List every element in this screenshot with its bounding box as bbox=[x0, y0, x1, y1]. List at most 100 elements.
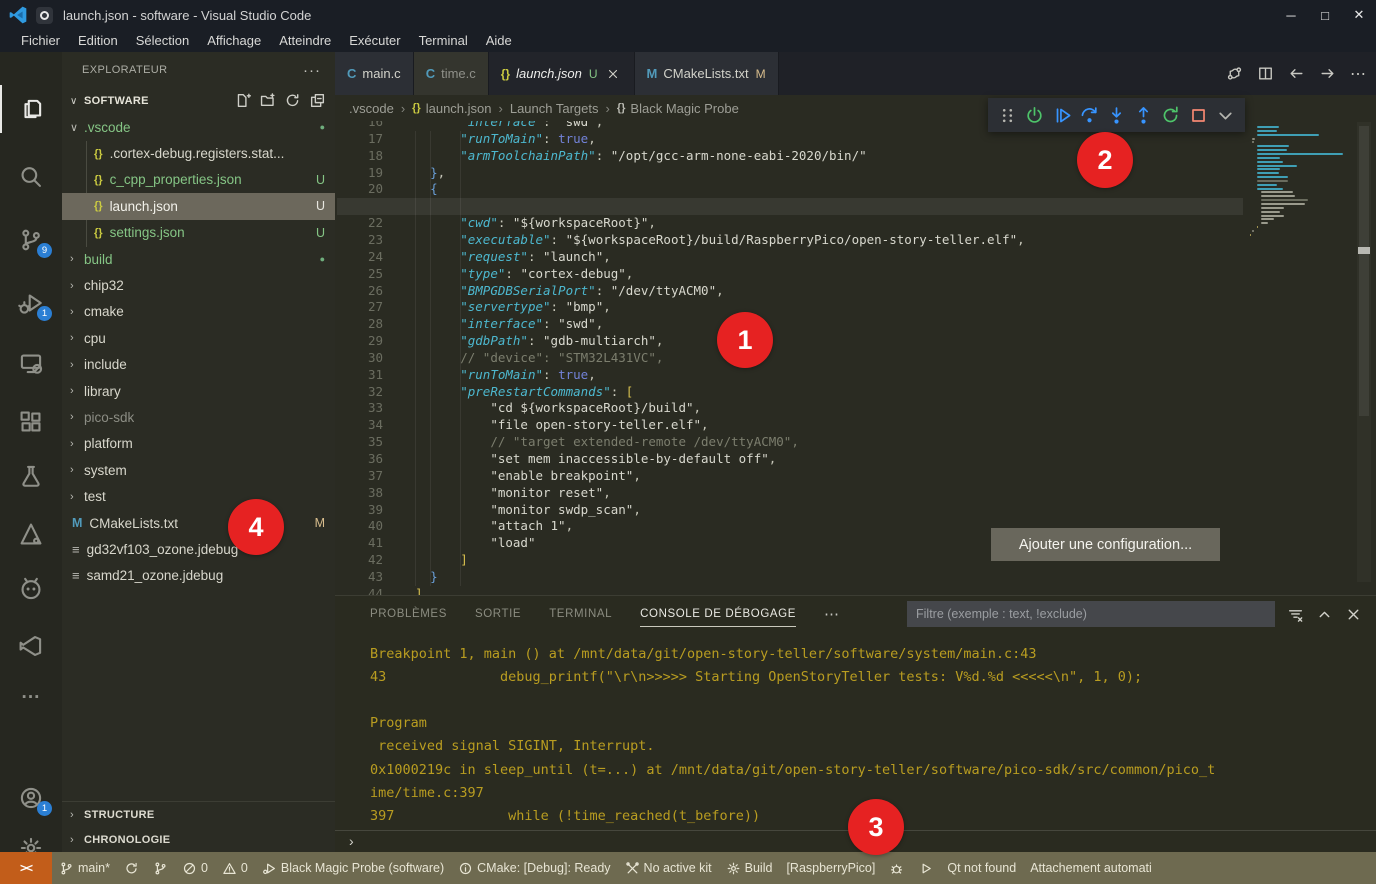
minimize-button[interactable]: ─ bbox=[1274, 0, 1308, 30]
status-build[interactable]: Build bbox=[719, 852, 780, 884]
tab-CMakeLists.txt[interactable]: MCMakeLists.txtM bbox=[635, 52, 779, 95]
tree-item-build[interactable]: ›build● bbox=[62, 246, 335, 272]
menu-item-atteindre[interactable]: Atteindre bbox=[270, 30, 340, 52]
menu-item-fichier[interactable]: Fichier bbox=[12, 30, 69, 52]
activity-visual-studio[interactable] bbox=[0, 622, 62, 670]
panel-tab-terminal[interactable]: TERMINAL bbox=[549, 596, 612, 632]
new-folder-button[interactable] bbox=[259, 92, 277, 110]
tree-item-.vscode[interactable]: ∨.vscode● bbox=[62, 114, 335, 140]
debug-stop-button[interactable] bbox=[1185, 101, 1212, 129]
tree-item-system[interactable]: ›system bbox=[62, 457, 335, 483]
tree-item-settings.json[interactable]: {}settings.jsonU bbox=[62, 220, 335, 246]
activity-platformio[interactable] bbox=[0, 564, 62, 612]
debug-power-button[interactable] bbox=[1021, 101, 1048, 129]
tree-item-cpu[interactable]: ›cpu bbox=[62, 325, 335, 351]
panel-tab-console-de-d-bogage[interactable]: CONSOLE DE DÉBOGAGE bbox=[640, 596, 796, 632]
tree-item-chip32[interactable]: ›chip32 bbox=[62, 272, 335, 298]
explorer-more-icon[interactable]: ··· bbox=[303, 62, 321, 79]
activity-testing[interactable] bbox=[0, 452, 62, 500]
status-attachement-automati[interactable]: Attachement automati bbox=[1023, 852, 1159, 884]
tree-item-pico-sdk[interactable]: ›pico-sdk bbox=[62, 404, 335, 430]
status-0[interactable]: 0 bbox=[215, 852, 255, 884]
tab-launch.json[interactable]: {}launch.jsonU bbox=[489, 52, 635, 95]
panel-tab-sortie[interactable]: SORTIE bbox=[475, 596, 521, 632]
maximize-button[interactable]: □ bbox=[1308, 0, 1342, 30]
maximize-panel-button[interactable] bbox=[1316, 606, 1333, 623]
panel-more-icon[interactable]: ⋯ bbox=[824, 605, 840, 623]
scrollbar-thumb[interactable] bbox=[1359, 126, 1369, 416]
split-editor-button[interactable] bbox=[1257, 65, 1274, 82]
collapse-all-button[interactable] bbox=[309, 92, 327, 110]
status-raspberrypico[interactable]: [RaspberryPico] bbox=[779, 852, 882, 884]
more-actions-button[interactable]: ⋯ bbox=[1350, 64, 1366, 84]
activity-more[interactable]: ··· bbox=[0, 674, 62, 722]
tree-item-CMakeLists.txt[interactable]: MCMakeLists.txtM bbox=[62, 510, 335, 536]
minimap[interactable] bbox=[1245, 122, 1355, 582]
tab-main.c[interactable]: Cmain.c bbox=[335, 52, 414, 95]
add-configuration-button[interactable]: Ajouter une configuration... bbox=[991, 528, 1220, 561]
tree-item-gd32vf103ozone.jdebug[interactable]: ≡gd32vf103_ozone.jdebug bbox=[62, 536, 335, 562]
debug-console-filter-input[interactable] bbox=[907, 601, 1275, 627]
debug-chevron-down-button[interactable] bbox=[1212, 101, 1239, 129]
refresh-button[interactable] bbox=[284, 92, 302, 110]
debug-restart-button[interactable] bbox=[1157, 101, 1184, 129]
activity-remote-explorer[interactable] bbox=[0, 339, 62, 387]
section-chronologie[interactable]: › CHRONOLOGIE bbox=[62, 827, 335, 852]
status-black-magic-probe-software[interactable]: Black Magic Probe (software) bbox=[255, 852, 451, 884]
status-play[interactable] bbox=[911, 852, 940, 884]
section-structure[interactable]: › STRUCTURE bbox=[62, 802, 335, 827]
editor-scrollbar[interactable] bbox=[1357, 122, 1371, 582]
tab-close-icon[interactable] bbox=[606, 66, 622, 82]
tree-item-launch.json[interactable]: {}launch.jsonU bbox=[62, 193, 335, 219]
remote-indicator[interactable]: >< bbox=[0, 852, 52, 884]
activity-account[interactable]: 1 bbox=[0, 774, 62, 822]
navigate-forward-button[interactable] bbox=[1319, 65, 1336, 82]
breadcrumb-item-BlackMagicProbe[interactable]: {}Black Magic Probe bbox=[617, 101, 739, 116]
status-cmake-debug-ready[interactable]: CMake: [Debug]: Ready bbox=[451, 852, 617, 884]
tree-item-cmake[interactable]: ›cmake bbox=[62, 299, 335, 325]
status-main[interactable]: main* bbox=[52, 852, 117, 884]
tree-item-.cortex-debug.registers.stat...[interactable]: {}.cortex-debug.registers.stat... bbox=[62, 140, 335, 166]
activity-cmake[interactable] bbox=[0, 510, 62, 558]
debug-gripper-button[interactable] bbox=[994, 101, 1021, 129]
tree-item-samd21ozone.jdebug[interactable]: ≡samd21_ozone.jdebug bbox=[62, 563, 335, 589]
activity-run-and-debug[interactable]: 1 bbox=[0, 279, 62, 327]
tab-time.c[interactable]: Ctime.c bbox=[414, 52, 489, 95]
status-sync[interactable] bbox=[117, 852, 146, 884]
panel-tab-probl-mes[interactable]: PROBLÈMES bbox=[370, 596, 447, 632]
status-0[interactable]: 0 bbox=[175, 852, 215, 884]
activity-explorer[interactable] bbox=[0, 85, 62, 133]
tree-item-include[interactable]: ›include bbox=[62, 352, 335, 378]
workspace-section-header[interactable]: ∨ SOFTWARE bbox=[62, 88, 335, 114]
debug-step-over-button[interactable] bbox=[1076, 101, 1103, 129]
breadcrumb-item-LaunchTargets[interactable]: Launch Targets bbox=[510, 101, 599, 116]
open-changes-button[interactable] bbox=[1226, 65, 1243, 82]
status-bug[interactable] bbox=[882, 852, 911, 884]
close-panel-button[interactable] bbox=[1345, 606, 1362, 623]
status-branch[interactable] bbox=[146, 852, 175, 884]
close-button[interactable]: ✕ bbox=[1342, 0, 1376, 30]
tree-item-ccppproperties.json[interactable]: {}c_cpp_properties.jsonU bbox=[62, 167, 335, 193]
breadcrumb-item-launch.json[interactable]: {}launch.json bbox=[412, 101, 491, 116]
clear-console-button[interactable] bbox=[1287, 606, 1304, 623]
debug-step-into-button[interactable] bbox=[1103, 101, 1130, 129]
menu-item-exécuter[interactable]: Exécuter bbox=[340, 30, 409, 52]
status-no-active-kit[interactable]: No active kit bbox=[618, 852, 719, 884]
tree-item-library[interactable]: ›library bbox=[62, 378, 335, 404]
debug-step-out-button[interactable] bbox=[1130, 101, 1157, 129]
activity-extensions[interactable] bbox=[0, 398, 62, 446]
menu-item-terminal[interactable]: Terminal bbox=[410, 30, 477, 52]
breadcrumb-item-.vscode[interactable]: .vscode bbox=[349, 101, 394, 116]
navigate-back-button[interactable] bbox=[1288, 65, 1305, 82]
menu-item-aide[interactable]: Aide bbox=[477, 30, 521, 52]
tree-item-platform[interactable]: ›platform bbox=[62, 431, 335, 457]
tree-item-test[interactable]: ›test bbox=[62, 483, 335, 509]
new-file-button[interactable] bbox=[234, 92, 252, 110]
menu-item-affichage[interactable]: Affichage bbox=[198, 30, 270, 52]
debug-continue-button[interactable] bbox=[1048, 101, 1075, 129]
menu-item-edition[interactable]: Edition bbox=[69, 30, 127, 52]
activity-search[interactable] bbox=[0, 153, 62, 201]
activity-source-control[interactable]: 9 bbox=[0, 216, 62, 264]
status-qt-not-found[interactable]: Qt not found bbox=[940, 852, 1023, 884]
menu-item-sélection[interactable]: Sélection bbox=[127, 30, 198, 52]
